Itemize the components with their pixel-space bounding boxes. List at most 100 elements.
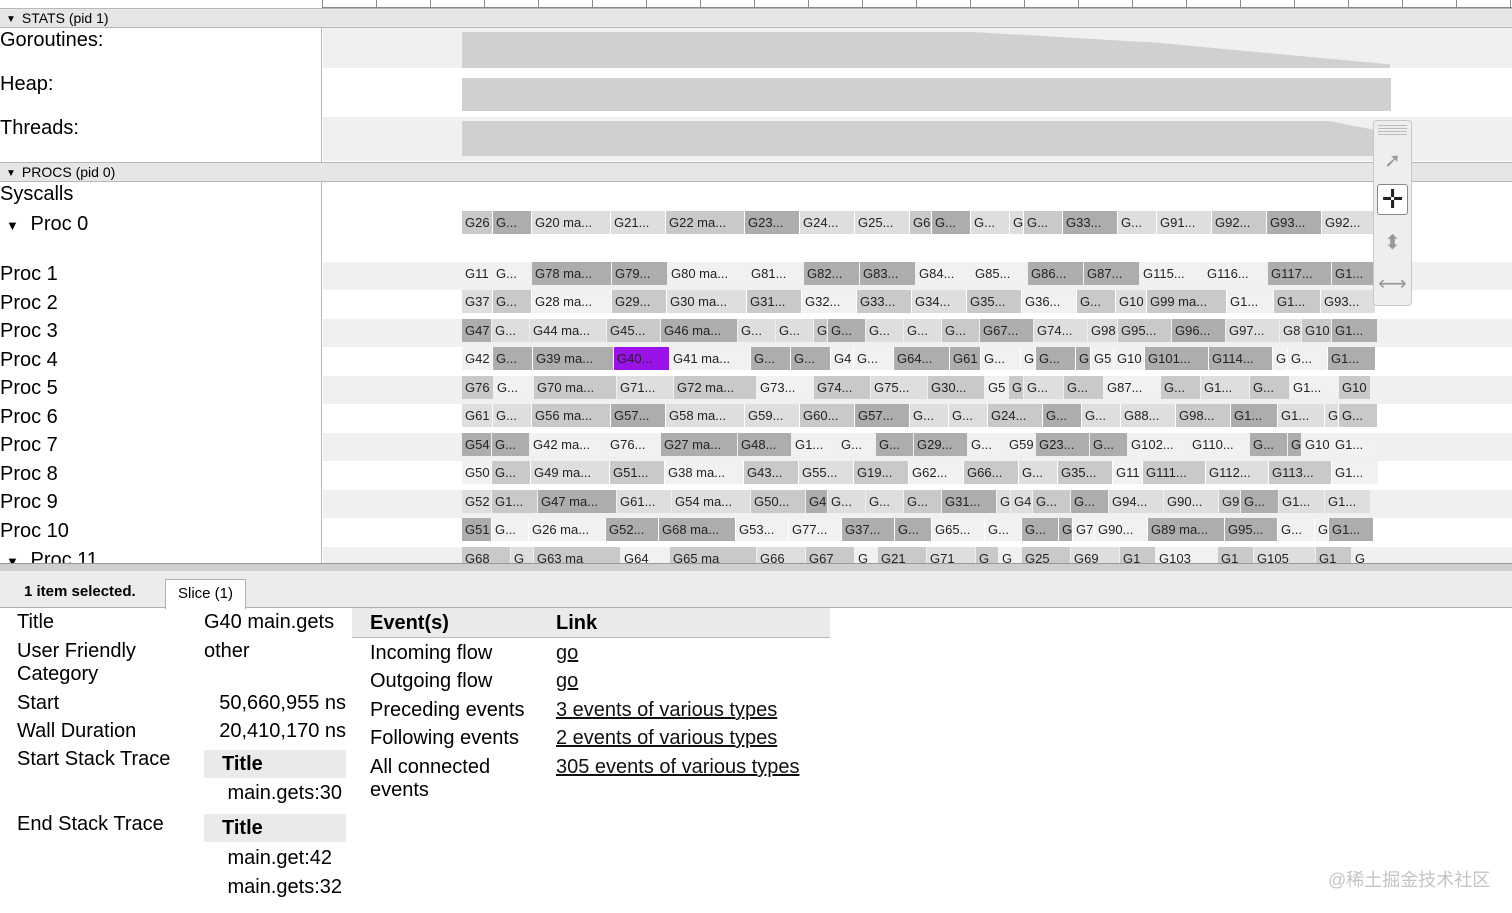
stats-group-header[interactable]: ▼ STATS (pid 1) — [0, 8, 1512, 28]
goroutine-slice[interactable]: G102... — [1128, 433, 1188, 456]
goroutine-slice[interactable]: G87... — [1104, 376, 1160, 399]
goroutine-slice[interactable]: G64 — [621, 547, 669, 563]
goroutine-slice[interactable]: G1... — [1227, 290, 1273, 313]
goroutine-slice[interactable]: G... — [932, 211, 970, 234]
goroutine-slice[interactable]: G117... — [1268, 262, 1331, 285]
goroutine-slice[interactable]: G... — [866, 319, 903, 342]
goroutine-slice[interactable]: G81... — [748, 262, 803, 285]
goroutine-slice[interactable]: G... — [1036, 347, 1075, 370]
goroutine-slice[interactable]: G74... — [814, 376, 870, 399]
goroutine-slice[interactable]: G... — [1250, 376, 1289, 399]
goroutine-slice[interactable]: G... — [1339, 404, 1377, 427]
goroutine-slice[interactable]: G... — [738, 319, 775, 342]
goroutine-slice[interactable]: G — [976, 547, 998, 563]
proc-track-label[interactable]: ▼ Proc 11 — [0, 549, 98, 563]
time-ruler[interactable] — [322, 0, 1512, 8]
goroutine-slice[interactable]: G... — [910, 404, 948, 427]
goroutine-slice[interactable]: G6 — [910, 211, 931, 234]
goroutine-slice[interactable]: G110... — [1189, 433, 1249, 456]
goroutine-slice[interactable]: G27 ma... — [661, 433, 737, 456]
goroutine-slice[interactable]: G — [1059, 518, 1072, 541]
goroutine-slice[interactable]: G41 ma... — [670, 347, 750, 370]
mouse-mode-toolbar[interactable]: ➚ ✛ ⬍ ⟷ — [1373, 120, 1412, 306]
goroutine-slice[interactable]: G... — [492, 461, 530, 484]
goroutine-slice[interactable]: G — [997, 490, 1010, 513]
goroutine-slice[interactable]: G1... — [1290, 376, 1338, 399]
goroutine-slice[interactable]: G25... — [855, 211, 909, 234]
goroutine-slice[interactable]: G30 ma... — [667, 290, 746, 313]
all-connected-link[interactable]: 305 events of various types — [556, 756, 799, 779]
collapse-triangle-icon[interactable]: ▼ — [6, 165, 16, 183]
goroutine-slice[interactable]: G94... — [1109, 490, 1163, 513]
goroutine-slice[interactable]: G... — [1090, 433, 1127, 456]
goroutine-slice[interactable]: G32... — [802, 290, 856, 313]
goroutine-slice[interactable]: G... — [1082, 404, 1120, 427]
goroutine-slice[interactable]: G22 ma... — [666, 211, 744, 234]
goroutine-slice[interactable]: G... — [1022, 518, 1058, 541]
goroutine-slice[interactable]: G96... — [1172, 319, 1225, 342]
goroutine-slice[interactable]: G... — [493, 347, 532, 370]
goroutine-slice[interactable]: G1... — [1279, 490, 1324, 513]
goroutine-slice[interactable]: G71... — [617, 376, 673, 399]
goroutine-slice[interactable]: G21... — [611, 211, 665, 234]
goroutine-slice[interactable]: G51 — [462, 518, 491, 541]
goroutine-slice[interactable]: G — [1288, 433, 1301, 456]
goroutine-slice[interactable]: G — [999, 547, 1021, 563]
goroutine-slice[interactable]: G116... — [1204, 262, 1267, 285]
goroutine-slice[interactable]: G... — [751, 347, 790, 370]
goroutine-slice[interactable]: G35... — [967, 290, 1021, 313]
selected-slice[interactable]: G40... — [614, 347, 669, 370]
goroutine-slice[interactable]: G... — [985, 518, 1021, 541]
goroutine-slice[interactable]: G20 ma... — [532, 211, 610, 234]
proc-track-label[interactable]: Proc 2 — [0, 292, 58, 314]
goroutine-slice[interactable]: G... — [493, 290, 531, 313]
selection-tool-icon[interactable]: ➚ — [1377, 145, 1408, 176]
goroutine-slice[interactable]: G — [511, 547, 533, 563]
goroutine-slice[interactable]: G113... — [1269, 461, 1331, 484]
goroutine-slice[interactable]: G5 — [985, 376, 1008, 399]
goroutine-slice[interactable]: G23... — [1036, 433, 1089, 456]
goroutine-slice[interactable]: G66 — [757, 547, 805, 563]
panel-resize-divider[interactable] — [0, 563, 1512, 571]
goroutine-slice[interactable]: G66... — [964, 461, 1018, 484]
goroutine-slice[interactable]: G... — [904, 319, 941, 342]
outgoing-flow-link[interactable]: go — [556, 670, 578, 693]
goroutine-slice[interactable]: G... — [942, 319, 979, 342]
goroutine-slice[interactable]: G65... — [932, 518, 984, 541]
goroutine-slice[interactable]: G... — [1161, 376, 1200, 399]
goroutine-slice[interactable]: G90... — [1164, 490, 1218, 513]
goroutine-slice[interactable]: G29... — [914, 433, 967, 456]
goroutine-slice[interactable]: G52... — [606, 518, 658, 541]
goroutine-slice[interactable]: G... — [493, 404, 531, 427]
syscalls-track[interactable] — [323, 182, 1512, 206]
goroutine-slice[interactable]: G55... — [799, 461, 853, 484]
goroutine-slice[interactable]: G92... — [1322, 211, 1376, 234]
goroutine-slice[interactable]: G46 ma... — [661, 319, 737, 342]
goroutine-slice[interactable]: G4 — [806, 490, 827, 513]
goroutine-slice[interactable]: G... — [1278, 518, 1314, 541]
goroutine-slice[interactable]: G1... — [1332, 262, 1378, 285]
goroutine-slice[interactable]: G10 — [1116, 290, 1146, 313]
goroutine-slice[interactable]: G39 ma... — [533, 347, 613, 370]
goroutine-slice[interactable]: G65 ma — [670, 547, 756, 563]
goroutine-slice[interactable]: G68 ma... — [659, 518, 735, 541]
goroutine-slice[interactable]: G68 — [462, 547, 510, 563]
goroutine-slice[interactable]: G10 — [1339, 376, 1370, 399]
goroutine-slice[interactable]: G64... — [894, 347, 949, 370]
threads-counter-area[interactable] — [462, 121, 1374, 156]
goroutine-slice[interactable]: G... — [971, 211, 1009, 234]
goroutine-slice[interactable]: G88... — [1121, 404, 1175, 427]
goroutine-slice[interactable]: G... — [1019, 461, 1057, 484]
goroutine-slice[interactable]: G57... — [855, 404, 909, 427]
goroutine-slice[interactable]: G8 — [1280, 319, 1301, 342]
goroutine-slice[interactable]: G61 — [462, 404, 492, 427]
goroutine-slice[interactable]: G62... — [909, 461, 963, 484]
goroutine-slice[interactable]: G85... — [972, 262, 1027, 285]
goroutine-slice[interactable]: G90... — [1095, 518, 1147, 541]
goroutine-slice[interactable]: G4 — [831, 347, 853, 370]
goroutine-slice[interactable]: G... — [1024, 211, 1062, 234]
goroutine-slice[interactable]: G... — [904, 490, 941, 513]
goroutine-slice[interactable]: G103 — [1156, 547, 1217, 563]
goroutine-slice[interactable]: G59 — [1006, 433, 1035, 456]
goroutine-slice[interactable]: G72 ma... — [674, 376, 756, 399]
